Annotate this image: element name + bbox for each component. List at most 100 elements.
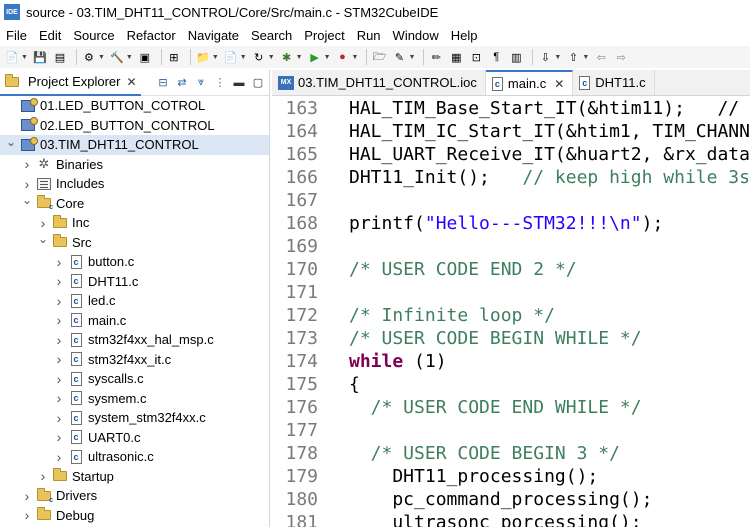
code-line[interactable]: 173 /* USER CODE BEGIN WHILE */ xyxy=(272,327,750,350)
external-tools-icon[interactable]: ● xyxy=(335,49,351,65)
collapsed-arrow-icon[interactable]: › xyxy=(22,488,32,504)
next-annotation-icon[interactable]: ⇩ xyxy=(537,49,553,65)
prev-annotation-icon[interactable]: ⇧ xyxy=(565,49,581,65)
show-whitespace-icon[interactable]: ¶ xyxy=(488,49,504,65)
debug-config-icon[interactable]: ⊞ xyxy=(166,49,182,65)
maximize-icon[interactable]: ▢ xyxy=(251,76,265,90)
code-line[interactable]: 167 xyxy=(272,189,750,212)
menu-file[interactable]: File xyxy=(0,28,33,43)
collapsed-arrow-icon[interactable]: › xyxy=(38,468,48,484)
tree-item[interactable]: › c stm32f4xx_hal_msp.c xyxy=(0,330,269,350)
tree-item[interactable]: › Drivers xyxy=(0,486,269,506)
debug-dropdown-icon[interactable]: ▼ xyxy=(296,54,303,61)
collapsed-arrow-icon[interactable]: › xyxy=(54,351,64,367)
new-icon[interactable]: 📄 xyxy=(4,49,20,65)
expanded-arrow-icon[interactable]: ⌄ xyxy=(22,193,32,207)
tree-item[interactable]: › c UART0.c xyxy=(0,428,269,448)
new-dropdown-icon[interactable]: ▼ xyxy=(21,54,28,61)
code-line[interactable]: 180 pc_command_processing(); xyxy=(272,488,750,511)
tree-item[interactable]: › c main.c xyxy=(0,311,269,331)
code-line[interactable]: 166 DHT11_Init(); // keep high while 3s xyxy=(272,166,750,189)
tree-item[interactable]: › c system_stm32f4xx.c xyxy=(0,408,269,428)
collapsed-arrow-icon[interactable]: › xyxy=(54,332,64,348)
collapsed-arrow-icon[interactable]: › xyxy=(54,390,64,406)
collapsed-arrow-icon[interactable]: › xyxy=(54,449,64,465)
new-source-icon[interactable]: 📄 xyxy=(223,49,239,65)
collapsed-arrow-icon[interactable]: › xyxy=(54,312,64,328)
expanded-arrow-icon[interactable]: ⌄ xyxy=(38,232,48,246)
tree-item[interactable]: › c syscalls.c xyxy=(0,369,269,389)
tree-item[interactable]: › c button.c xyxy=(0,252,269,272)
tree-item[interactable]: ⌄ Core xyxy=(0,193,269,214)
new-source-dropdown-icon[interactable]: ▼ xyxy=(240,54,247,61)
tree-item[interactable]: › Inc xyxy=(0,213,269,233)
collapsed-arrow-icon[interactable]: › xyxy=(54,293,64,309)
code-line[interactable]: 170 /* USER CODE END 2 */ xyxy=(272,258,750,281)
build-hammer-icon[interactable]: 🔨 xyxy=(109,49,125,65)
code-area[interactable]: 163 HAL_TIM_Base_Start_IT(&htim11); //164… xyxy=(272,97,750,527)
menu-window[interactable]: Window xyxy=(387,28,445,43)
expanded-arrow-icon[interactable]: ⌄ xyxy=(6,135,16,149)
code-line[interactable]: 181 ultrasonc_porcessing(); xyxy=(272,511,750,527)
menu-run[interactable]: Run xyxy=(351,28,387,43)
link-with-editor-icon[interactable]: ⇄ xyxy=(175,76,189,90)
code-line[interactable]: 172 /* Infinite loop */ xyxy=(272,304,750,327)
external-tools-dropdown-icon[interactable]: ▼ xyxy=(352,54,359,61)
open-type-icon[interactable]: 🗁 xyxy=(371,49,387,65)
menu-search[interactable]: Search xyxy=(245,28,298,43)
editor-tab[interactable]: MX 03.TIM_DHT11_CONTROL.ioc xyxy=(272,70,486,95)
collapsed-arrow-icon[interactable]: › xyxy=(54,254,64,270)
tree-item[interactable]: › c led.c xyxy=(0,291,269,311)
collapsed-arrow-icon[interactable]: › xyxy=(54,371,64,387)
build-dropdown-icon[interactable]: ▼ xyxy=(126,54,133,61)
menu-help[interactable]: Help xyxy=(445,28,484,43)
save-all-icon[interactable]: ▤ xyxy=(52,49,68,65)
code-line[interactable]: 179 DHT11_processing(); xyxy=(272,465,750,488)
collapse-all-icon[interactable]: ⊟ xyxy=(156,76,170,90)
tree-item[interactable]: › c sysmem.c xyxy=(0,389,269,409)
collapsed-arrow-icon[interactable]: › xyxy=(54,410,64,426)
code-line[interactable]: 176 /* USER CODE END WHILE */ xyxy=(272,396,750,419)
settings-icon[interactable]: ⚙ xyxy=(81,49,97,65)
code-line[interactable]: 165 HAL_UART_Receive_IT(&huart2, &rx_data xyxy=(272,143,750,166)
collapsed-arrow-icon[interactable]: › xyxy=(22,156,32,172)
search-icon[interactable]: ✎ xyxy=(391,49,407,65)
minimize-icon[interactable]: ▬ xyxy=(232,76,246,90)
tree-item[interactable]: 01.LED_BUTTON_COTROL xyxy=(0,96,269,116)
tree-item[interactable]: › c DHT11.c xyxy=(0,272,269,292)
tree-item[interactable]: › c stm32f4xx_it.c xyxy=(0,350,269,370)
code-line[interactable]: 174 while (1) xyxy=(272,350,750,373)
menu-refactor[interactable]: Refactor xyxy=(121,28,182,43)
tab-project-explorer[interactable]: Project Explorer ✕ xyxy=(0,70,141,96)
tree-item[interactable]: › Startup xyxy=(0,467,269,487)
collapsed-arrow-icon[interactable]: › xyxy=(22,507,32,523)
back-icon[interactable]: ⇦ xyxy=(593,49,609,65)
prev-annotation-dropdown-icon[interactable]: ▼ xyxy=(582,54,589,61)
tree-item[interactable]: › Includes xyxy=(0,174,269,194)
highlight-icon[interactable]: ✏ xyxy=(428,49,444,65)
device-icon[interactable]: ▣ xyxy=(137,49,153,65)
debug-bug-icon[interactable]: ✱ xyxy=(279,49,295,65)
menu-project[interactable]: Project xyxy=(298,28,350,43)
tree-item[interactable]: › Debug xyxy=(0,506,269,526)
view-menu-icon[interactable]: ⋮ xyxy=(213,76,227,90)
editor-tab[interactable]: c DHT11.c xyxy=(573,70,655,95)
close-icon[interactable]: ✕ xyxy=(126,75,136,89)
code-line[interactable]: 169 xyxy=(272,235,750,258)
code-line[interactable]: 163 HAL_TIM_Base_Start_IT(&htim11); // xyxy=(272,97,750,120)
collapsed-arrow-icon[interactable]: › xyxy=(54,273,64,289)
code-line[interactable]: 177 xyxy=(272,419,750,442)
menu-source[interactable]: Source xyxy=(67,28,120,43)
toggle-mark-icon[interactable]: ▦ xyxy=(448,49,464,65)
tree-item[interactable]: › ✲ Binaries xyxy=(0,155,269,175)
run-icon[interactable]: ▶ xyxy=(307,49,323,65)
collapsed-arrow-icon[interactable]: › xyxy=(54,429,64,445)
refresh-dropdown-icon[interactable]: ▼ xyxy=(268,54,275,61)
code-line[interactable]: 178 /* USER CODE BEGIN 3 */ xyxy=(272,442,750,465)
new-project-dropdown-icon[interactable]: ▼ xyxy=(212,54,219,61)
tree-item[interactable]: ⌄ Src xyxy=(0,232,269,253)
filter-icon[interactable]: ⩔ xyxy=(194,76,208,90)
menu-navigate[interactable]: Navigate xyxy=(182,28,245,43)
settings-dropdown-icon[interactable]: ▼ xyxy=(98,54,105,61)
tree-item[interactable]: › c ultrasonic.c xyxy=(0,447,269,467)
